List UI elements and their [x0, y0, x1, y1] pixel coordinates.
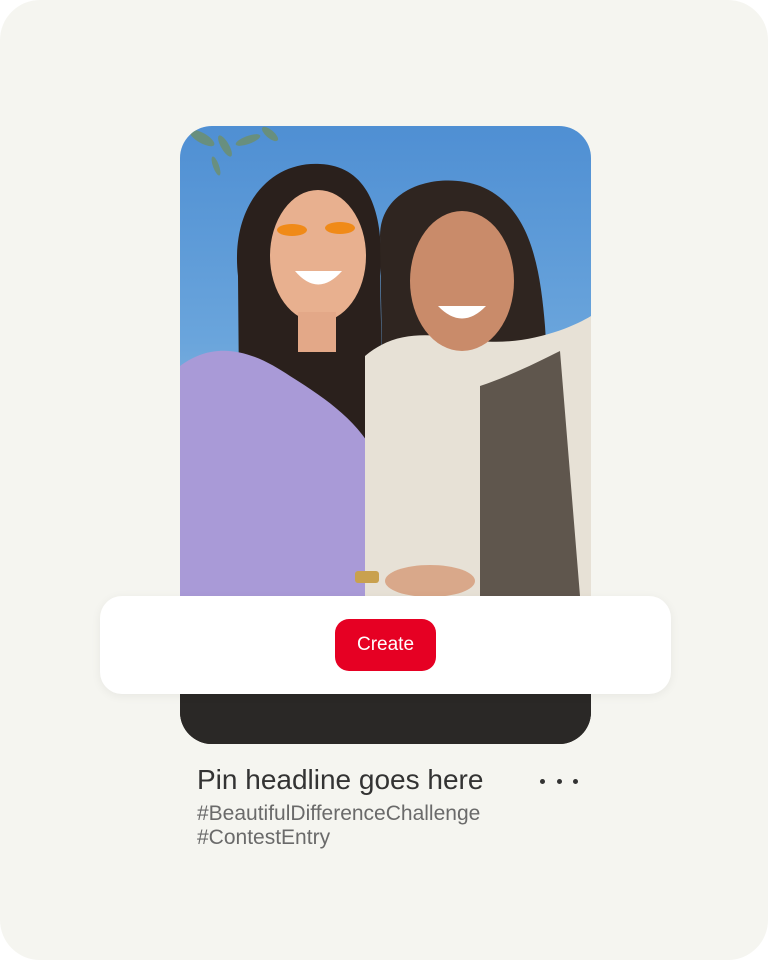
foliage — [189, 126, 279, 176]
pin-headline: Pin headline goes here — [197, 764, 484, 795]
more-dot — [556, 778, 562, 784]
hashtag[interactable]: #BeautifulDifferenceChallenge — [197, 802, 480, 826]
create-button[interactable]: Create — [335, 619, 436, 671]
hashtag[interactable]: #ContestEntry — [197, 826, 330, 850]
pin-card: Create Pin headline goes here #Beautiful… — [0, 0, 768, 960]
more-dot — [540, 778, 545, 784]
more-horizontal-icon[interactable] — [540, 770, 578, 792]
more-dot — [573, 778, 578, 784]
